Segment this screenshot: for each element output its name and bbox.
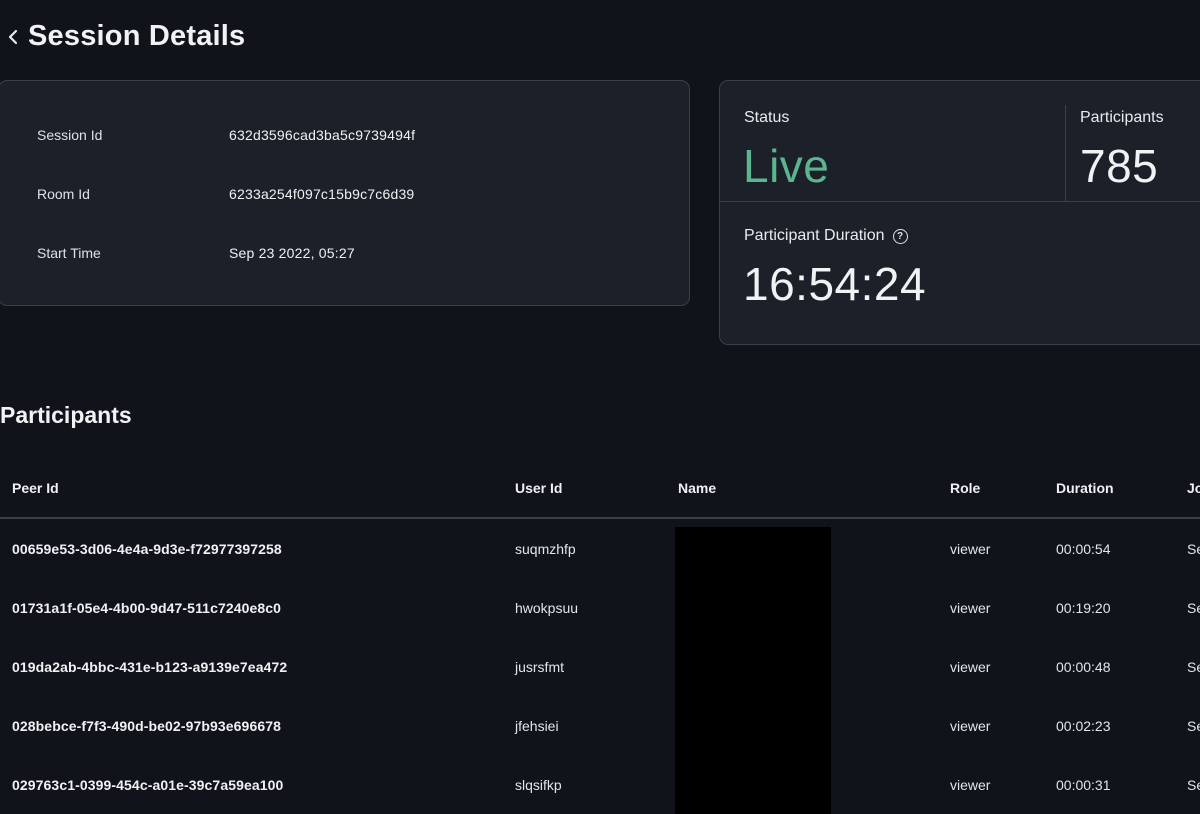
page: Session Details Session Id 632d3596cad3b… (0, 0, 1200, 814)
joined-cell: Se (1187, 541, 1200, 557)
role-cell: viewer (950, 659, 991, 675)
participants-section-title: Participants (0, 402, 132, 428)
duration-cell: 00:00:54 (1056, 541, 1111, 557)
column-header-joined[interactable]: Jo (1187, 480, 1200, 496)
participant-duration-label-text: Participant Duration (744, 227, 885, 244)
room-id-label: Room Id (37, 186, 90, 202)
chevron-left-icon[interactable] (6, 26, 20, 48)
stats-divider-horizontal (720, 201, 1200, 202)
start-time-label: Start Time (37, 245, 101, 261)
peer-id-cell: 01731a1f-05e4-4b00-9d47-511c7240e8c0 (12, 600, 282, 616)
user-id-cell: jusrsfmt (515, 659, 564, 675)
participant-duration-value: 16:54:24 (743, 258, 927, 310)
status-label: Status (744, 109, 790, 126)
user-id-cell: slqsifkp (515, 777, 562, 793)
room-id-row: Room Id 6233a254f097c15b9c7c6d39 (37, 186, 414, 202)
table-header: Peer Id User Id Name Role Duration Jo (0, 460, 1200, 519)
column-header-name[interactable]: Name (678, 480, 716, 496)
table-row[interactable]: 019da2ab-4bbc-431e-b123-a9139e7ea472 jus… (0, 637, 1200, 696)
joined-cell: Se (1187, 718, 1200, 734)
participants-count-value: 785 (1080, 140, 1159, 192)
session-info-card: Session Id 632d3596cad3ba5c9739494f Room… (0, 80, 690, 306)
table-row[interactable]: 028bebce-f7f3-490d-be02-97b93e696678 jfe… (0, 696, 1200, 755)
duration-cell: 00:02:23 (1056, 718, 1111, 734)
page-header: Session Details (6, 20, 245, 53)
stats-divider-vertical (1065, 105, 1066, 201)
room-id-value: 6233a254f097c15b9c7c6d39 (229, 186, 415, 202)
page-title: Session Details (28, 20, 246, 52)
status-value: Live (743, 140, 830, 192)
start-time-value: Sep 23 2022, 05:27 (229, 245, 355, 261)
table-row[interactable]: 00659e53-3d06-4e4a-9d3e-f72977397258 suq… (0, 519, 1200, 578)
user-id-cell: hwokpsuu (515, 600, 579, 616)
participants-count-label: Participants (1080, 109, 1164, 126)
peer-id-cell: 019da2ab-4bbc-431e-b123-a9139e7ea472 (12, 659, 288, 675)
participant-duration-label: Participant Duration? (744, 227, 908, 245)
column-header-user-id[interactable]: User Id (515, 480, 562, 496)
joined-cell: Se (1187, 600, 1200, 616)
column-header-peer-id[interactable]: Peer Id (12, 480, 59, 496)
role-cell: viewer (950, 541, 991, 557)
user-id-cell: suqmzhfp (515, 541, 576, 557)
user-id-cell: jfehsiei (515, 718, 559, 734)
duration-cell: 00:19:20 (1056, 600, 1111, 616)
role-cell: viewer (950, 600, 991, 616)
table-row[interactable]: 029763c1-0399-454c-a01e-39c7a59ea100 slq… (0, 755, 1200, 814)
session-stats-card: Status Live Participants 785 Participant… (719, 80, 1200, 345)
session-id-label: Session Id (37, 127, 103, 143)
joined-cell: Se (1187, 659, 1200, 675)
start-time-row: Start Time Sep 23 2022, 05:27 (37, 245, 355, 261)
column-header-duration[interactable]: Duration (1056, 480, 1114, 496)
joined-cell: Se (1187, 777, 1200, 793)
peer-id-cell: 00659e53-3d06-4e4a-9d3e-f72977397258 (12, 541, 282, 557)
role-cell: viewer (950, 777, 991, 793)
name-column-redaction (675, 527, 831, 814)
peer-id-cell: 028bebce-f7f3-490d-be02-97b93e696678 (12, 718, 281, 734)
table-row[interactable]: 01731a1f-05e4-4b00-9d47-511c7240e8c0 hwo… (0, 578, 1200, 637)
question-circle-icon[interactable]: ? (892, 229, 908, 244)
duration-cell: 00:00:48 (1056, 659, 1111, 675)
duration-cell: 00:00:31 (1056, 777, 1111, 793)
session-id-value: 632d3596cad3ba5c9739494f (229, 127, 416, 143)
column-header-role[interactable]: Role (950, 480, 980, 496)
role-cell: viewer (950, 718, 991, 734)
session-id-row: Session Id 632d3596cad3ba5c9739494f (37, 127, 415, 143)
peer-id-cell: 029763c1-0399-454c-a01e-39c7a59ea100 (12, 777, 284, 793)
participants-table: Peer Id User Id Name Role Duration Jo 00… (0, 460, 1200, 814)
